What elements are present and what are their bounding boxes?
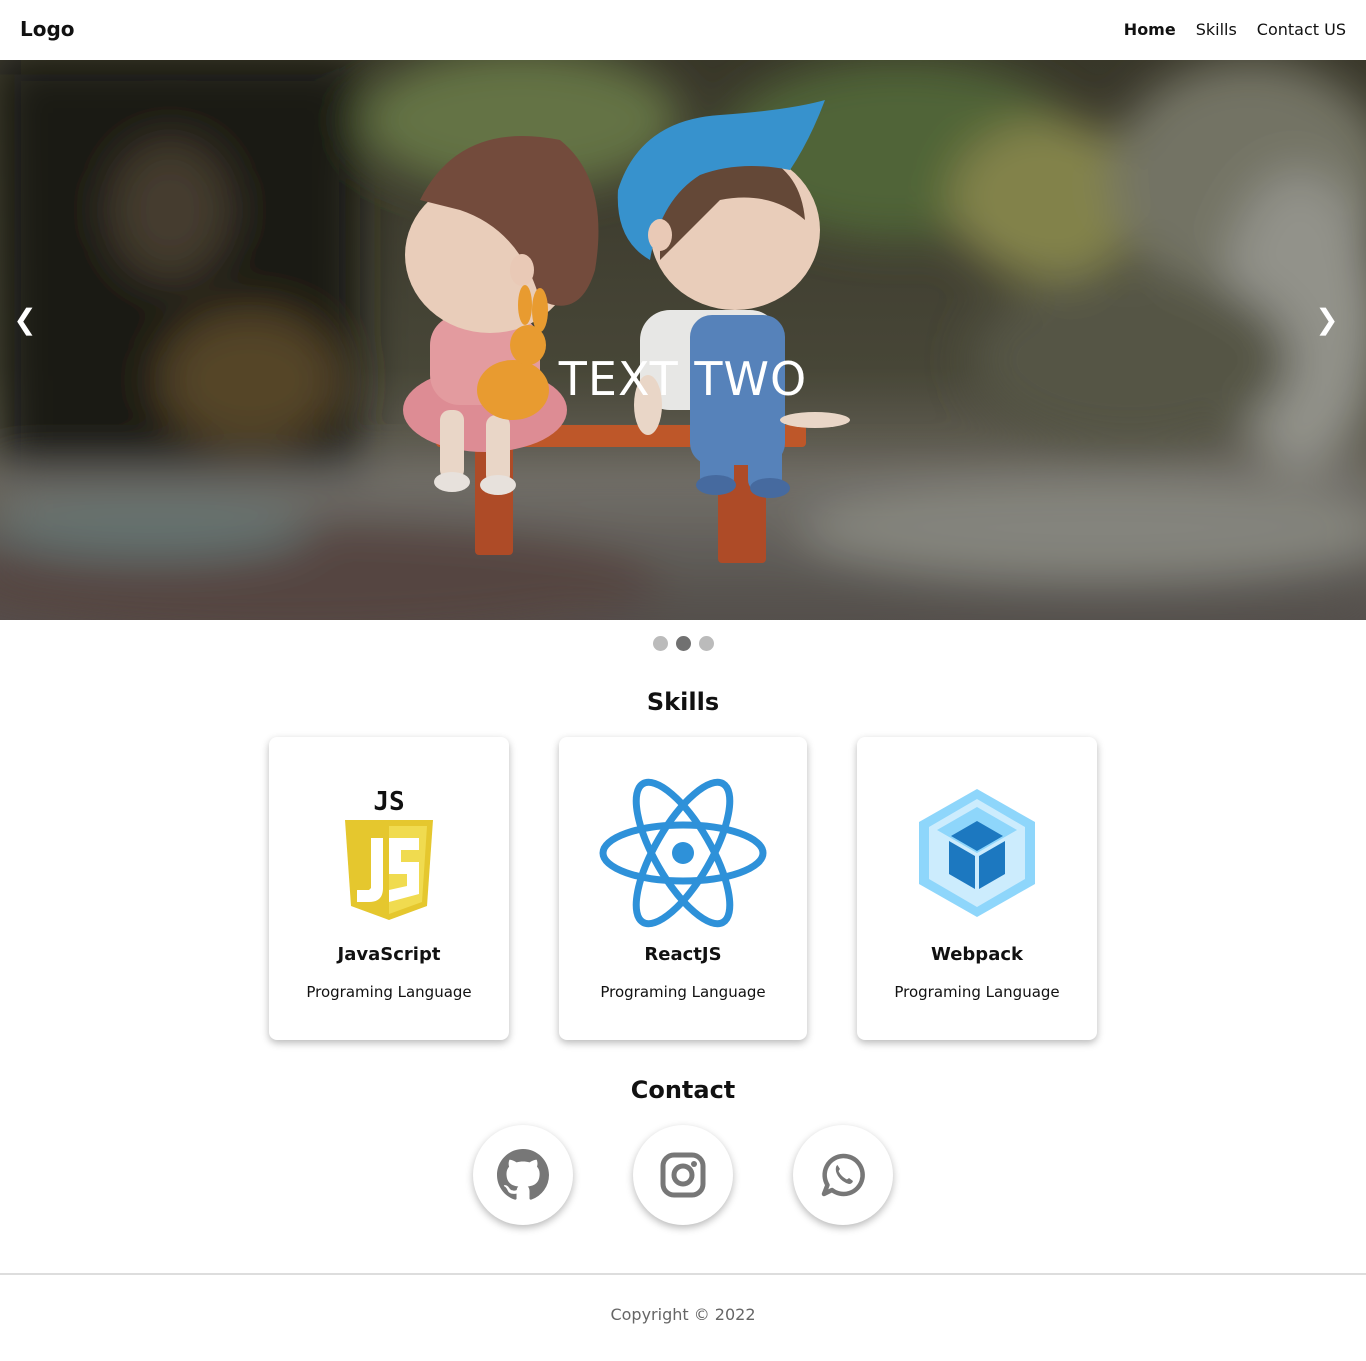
skill-card-subtitle: Programing Language [600,983,766,1001]
prev-slide-button[interactable]: ❮ [10,303,40,336]
skill-card-reactjs: ReactJS Programing Language [559,737,807,1040]
github-link-button[interactable] [473,1125,573,1225]
skill-card-webpack: Webpack Programing Language [857,737,1097,1040]
next-slide-button[interactable]: ❯ [1312,303,1342,336]
hero-slideshow: TEXT TWO ❮ ❯ [0,60,1366,620]
nav-links: Home Skills Contact US [1124,20,1346,39]
slide-indicators [0,636,1366,651]
javascript-logo-icon: JS [345,787,433,920]
github-icon [497,1149,549,1200]
instagram-link-button[interactable] [633,1125,733,1225]
navbar: Logo Home Skills Contact US [0,0,1366,60]
slide-dot-3[interactable] [698,636,714,651]
logo[interactable]: Logo [20,17,75,41]
nav-link-home[interactable]: Home [1124,20,1176,39]
instagram-icon [660,1152,706,1198]
footer: Copyright © 2022 [0,1273,1366,1361]
skill-card-title: ReactJS [644,944,722,965]
contact-title: Contact [630,1076,736,1104]
webpack-logo-icon [919,789,1035,917]
skills-title: Skills [646,688,720,716]
hero-caption: TEXT TWO [558,352,808,406]
skill-card-title: Webpack [931,944,1023,965]
skill-card-javascript: JS JavaScript Programing Language [269,737,509,1040]
skill-card-title: JavaScript [337,944,441,965]
skill-card-subtitle: Programing Language [306,983,472,1001]
skill-card-subtitle: Programing Language [894,983,1060,1001]
react-logo-icon [599,778,767,928]
whatsapp-icon [821,1153,865,1197]
slide-dot-1[interactable] [652,636,668,651]
slide-dot-2[interactable] [675,636,691,651]
nav-link-contact[interactable]: Contact US [1257,20,1346,39]
copyright-text: Copyright © 2022 [610,1305,756,1324]
whatsapp-link-button[interactable] [793,1125,893,1225]
hero-image [0,60,1366,620]
svg-text:JS: JS [373,787,404,817]
nav-link-skills[interactable]: Skills [1196,20,1237,39]
